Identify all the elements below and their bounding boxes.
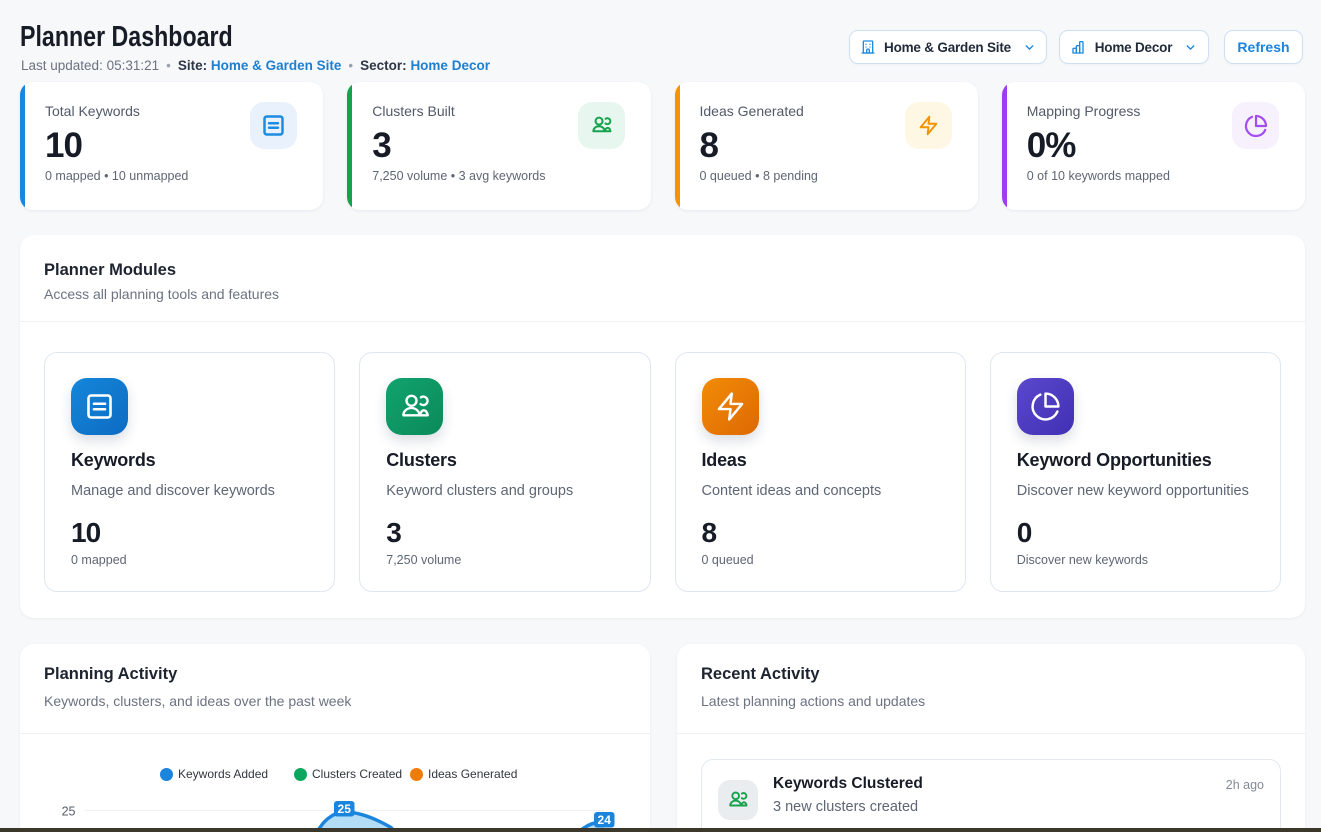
svg-text:24: 24	[598, 813, 612, 827]
svg-text:25: 25	[338, 802, 352, 816]
svg-text:25: 25	[62, 805, 76, 819]
